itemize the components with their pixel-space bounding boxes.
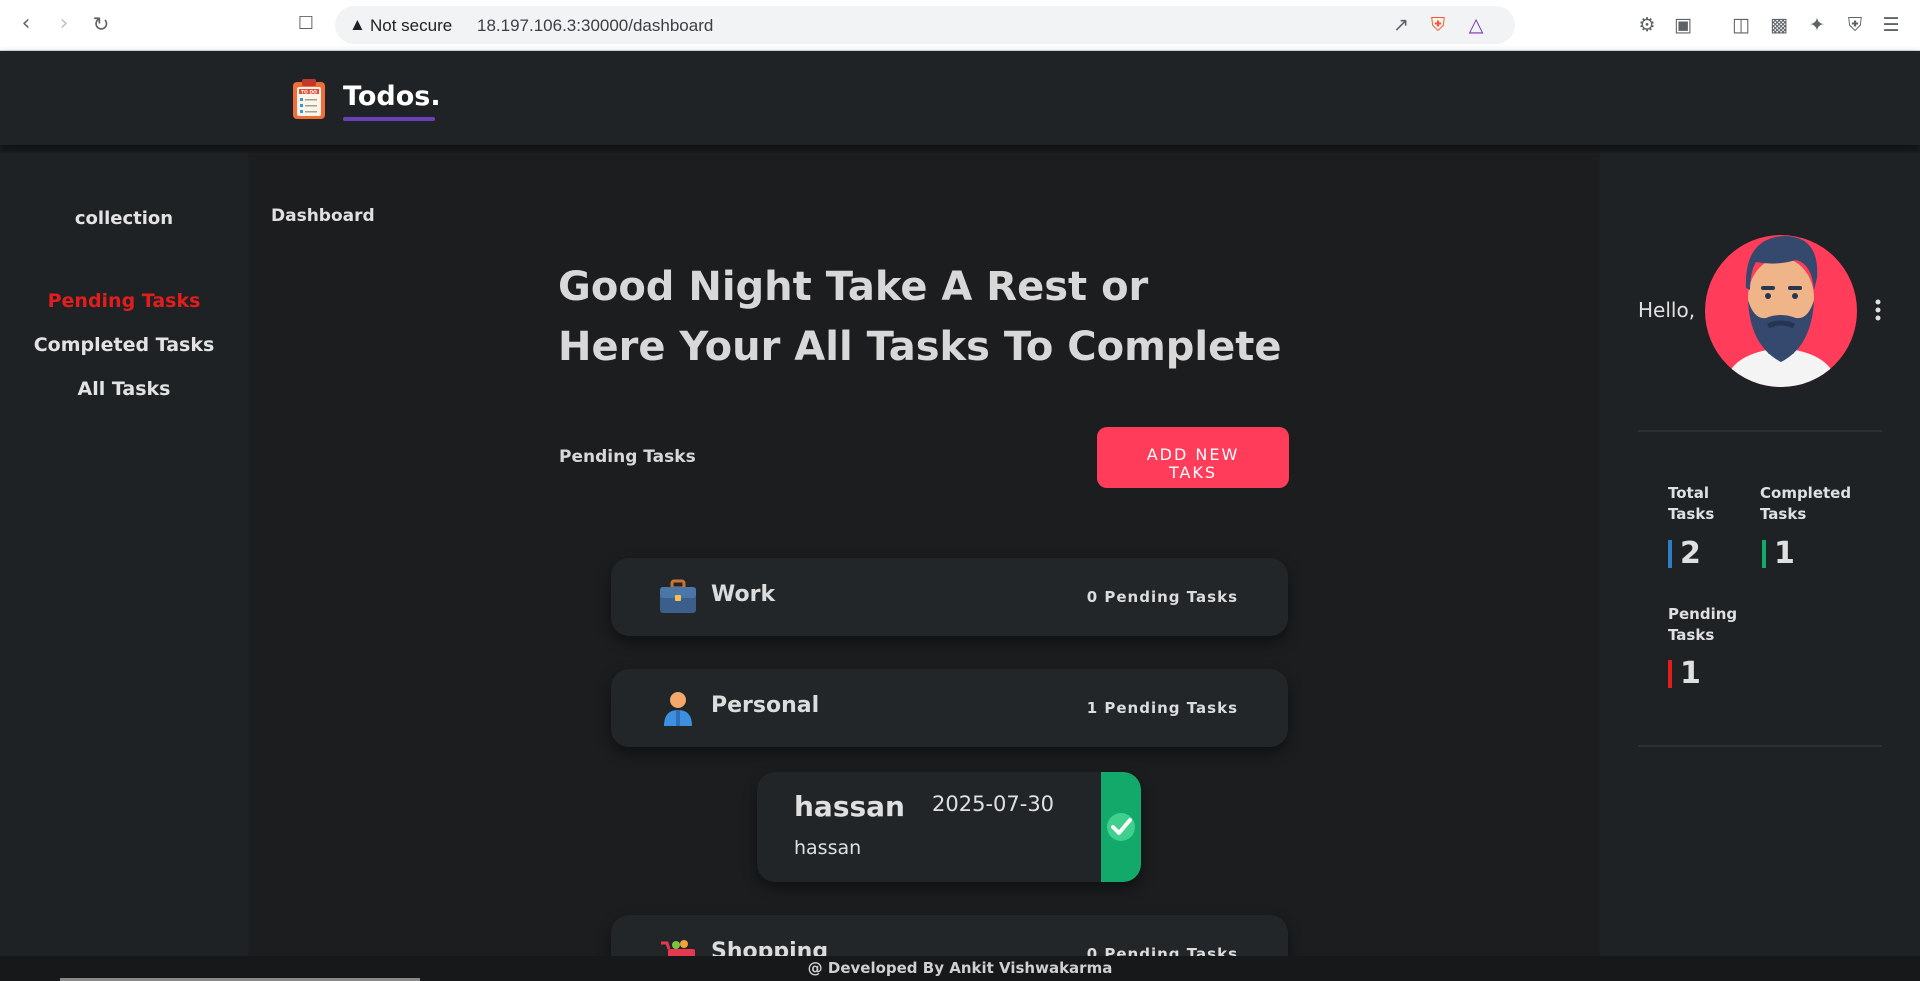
share-icon[interactable]: ↗ [1388, 12, 1414, 38]
url-text[interactable]: 18.197.106.3:30000/dashboard [477, 16, 713, 36]
sidebar-title: collection [74, 208, 174, 229]
sidebar-item-pending-tasks[interactable]: Pending Tasks [0, 290, 248, 312]
screenshot-icon[interactable]: ▣ [1670, 12, 1696, 38]
back-icon[interactable]: ‹ [14, 12, 38, 36]
briefcase-icon [660, 579, 696, 613]
menu-icon[interactable]: ☰ [1878, 12, 1904, 38]
stat-bar-pending [1668, 660, 1672, 688]
collection-shopping[interactable]: Shopping 0 Pending Tasks [611, 915, 1288, 956]
brave-shield-icon[interactable]: ⛨ [1425, 12, 1451, 38]
clipboard-logo-icon: TO DO [293, 79, 325, 119]
add-new-task-button[interactable]: ADD NEW TAKS [1097, 427, 1289, 488]
task-title: hassan [794, 790, 905, 823]
check-icon [1107, 813, 1135, 841]
address-bar[interactable]: ▲ Not secure 18.197.106.3:30000/dashboar… [335, 6, 1515, 44]
greeting-line-2: Here Your All Tasks To Complete [558, 324, 1282, 370]
stat-bar-completed [1762, 540, 1766, 568]
app-header: TO DO Todos. [0, 51, 1920, 145]
task-card[interactable]: hassan 2025-07-30 hassan [757, 772, 1141, 882]
stat-label-pending: Pending Tasks [1668, 604, 1737, 646]
stat-label-line: Total [1668, 484, 1709, 502]
collection-work[interactable]: Work 0 Pending Tasks [611, 558, 1288, 636]
forward-icon[interactable]: › [52, 12, 76, 36]
svg-text:TO DO: TO DO [301, 90, 317, 96]
divider [1638, 430, 1882, 432]
stat-label-line: Completed [1760, 484, 1852, 502]
stat-label-line: Tasks [1668, 626, 1715, 644]
more-options-icon[interactable] [1872, 298, 1884, 322]
add-button-label-2: TAKS [1168, 462, 1218, 482]
section-title: Pending Tasks [559, 447, 696, 467]
wallet-icon[interactable]: ▩ [1766, 12, 1792, 38]
sidebar-item-all-tasks[interactable]: All Tasks [0, 378, 248, 400]
collection-name: Shopping [711, 939, 829, 956]
extensions-icon[interactable]: ⚙ [1634, 12, 1660, 38]
divider [1638, 745, 1882, 747]
stat-value-text: 1 [1774, 536, 1795, 571]
leo-icon[interactable]: ✦ [1804, 12, 1830, 38]
task-date: 2025-07-30 [932, 792, 1055, 816]
hello-text: Hello, [1638, 298, 1696, 322]
greeting-line-1: Good Night Take A Rest or [558, 264, 1149, 310]
browser-toolbar: ‹ › ↻ ☐ ▲ Not secure 18.197.106.3:30000/… [0, 0, 1920, 51]
stat-label-total: Total Tasks [1668, 483, 1714, 525]
stat-value-total: 2 [1668, 538, 1701, 570]
collection-count: 0 Pending Tasks [1086, 945, 1238, 956]
vpn-icon[interactable]: ⛨ [1842, 12, 1868, 38]
collection-name: Personal [711, 693, 820, 718]
stat-label-line: Tasks [1760, 505, 1807, 523]
stat-label-line: Pending [1668, 605, 1738, 623]
add-button-label-1: ADD NEW [1146, 444, 1240, 464]
reload-icon[interactable]: ↻ [89, 12, 113, 36]
complete-task-button[interactable] [1101, 772, 1141, 882]
stat-label-completed: Completed Tasks [1760, 483, 1851, 525]
bookmark-icon[interactable]: ☐ [294, 12, 318, 36]
warning-icon[interactable]: ▲ [349, 15, 366, 35]
collection-personal[interactable]: Personal 1 Pending Tasks [611, 669, 1288, 747]
stat-value-completed: 1 [1762, 538, 1795, 570]
stat-value-text: 1 [1680, 656, 1701, 691]
title-underline [343, 117, 435, 121]
profile-panel: Hello, Total Tasks 2 Completed Tasks 1 P… [1600, 153, 1920, 956]
task-description: hassan [794, 837, 862, 859]
stat-value-text: 2 [1680, 536, 1701, 571]
main-content: Dashboard Good Night Take A Rest or Here… [250, 153, 1598, 956]
avatar[interactable] [1704, 228, 1858, 388]
stat-label-line: Tasks [1668, 505, 1715, 523]
greeting-heading: Good Night Take A Rest or Here Your All … [558, 257, 1318, 377]
collection-count: 1 Pending Tasks [1086, 699, 1238, 717]
breadcrumb: Dashboard [271, 206, 375, 226]
shopping-basket-icon [661, 940, 695, 956]
sidebar-icon[interactable]: ◫ [1728, 12, 1754, 38]
stat-value-pending: 1 [1668, 658, 1701, 690]
sidebar: collection Pending Tasks Completed Tasks… [0, 153, 248, 956]
security-label[interactable]: Not secure [370, 16, 452, 36]
collection-count: 0 Pending Tasks [1086, 588, 1238, 606]
person-icon [664, 692, 692, 726]
collection-name: Work [711, 582, 776, 607]
sidebar-item-completed-tasks[interactable]: Completed Tasks [0, 334, 248, 356]
brave-rewards-icon[interactable]: △ [1463, 12, 1489, 38]
app-title[interactable]: Todos. [343, 81, 441, 112]
stat-bar-total [1668, 540, 1672, 568]
